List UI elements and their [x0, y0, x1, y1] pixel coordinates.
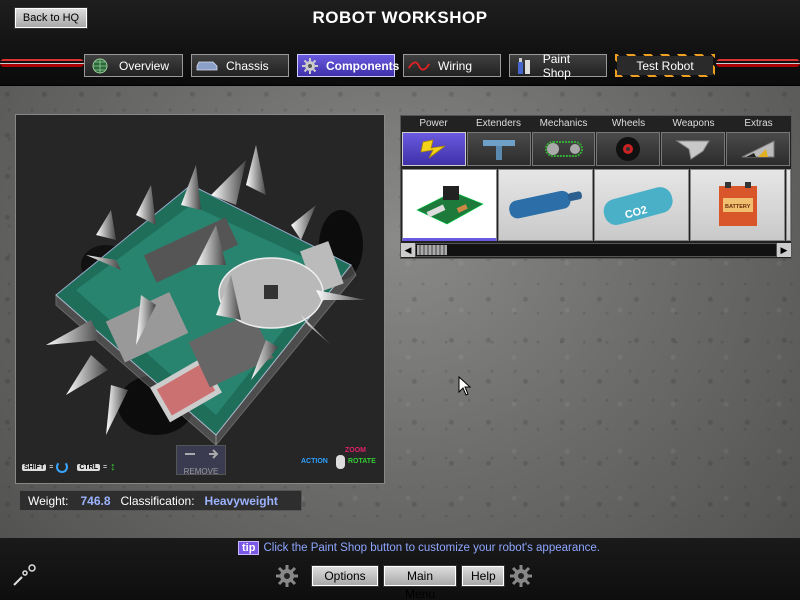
- main-menu-button[interactable]: Main Menu: [383, 565, 457, 600]
- bottom-menu: Options Main Menu Help: [276, 565, 532, 600]
- scroll-left-button[interactable]: ◀: [401, 243, 415, 257]
- tip-badge: tip: [238, 541, 260, 555]
- chassis-icon: [196, 58, 218, 74]
- category-labels: Power Extenders Mechanics Wheels Weapons…: [401, 116, 791, 131]
- chain-icon: [544, 141, 583, 157]
- tab-wiring[interactable]: Wiring: [403, 54, 501, 77]
- weight-info-bar: Weight: 746.8 Classification: Heavyweigh…: [19, 490, 302, 511]
- back-to-hq-button[interactable]: Back to HQ: [14, 7, 88, 29]
- co2-tank-image: CO2: [603, 187, 673, 225]
- category-label-extenders: Extenders: [475, 118, 522, 129]
- category-power-button[interactable]: [402, 132, 466, 166]
- category-label-power: Power: [419, 118, 448, 129]
- parts-list: CO2 BATTERY: [401, 169, 791, 241]
- part-battery-cylinder[interactable]: [498, 169, 593, 241]
- tab-test-robot[interactable]: Test Robot: [615, 54, 715, 77]
- component-picker-panel: Power Extenders Mechanics Wheels Weapons…: [400, 115, 792, 259]
- rotate-label: ROTATE: [348, 458, 376, 465]
- page-title: ROBOT WORKSHOP: [312, 8, 488, 27]
- battery-label: BATTERY: [725, 204, 751, 210]
- mouse-hints: ZOOM ACTION ROTATE: [301, 447, 381, 479]
- category-weapons-button[interactable]: [661, 132, 726, 166]
- part-co2-tank[interactable]: CO2: [594, 169, 689, 241]
- gear-icon: [302, 57, 318, 74]
- gear-icon: [510, 565, 532, 587]
- part-partial: [786, 169, 791, 241]
- key-hints: SHIFT = CTRL = ↕: [22, 461, 116, 473]
- top-bar: ROBOT WORKSHOP Back to HQ Overview Chass…: [0, 0, 800, 86]
- cable-decoration-left: [0, 59, 84, 67]
- tab-chassis[interactable]: Chassis: [191, 54, 289, 77]
- tab-paint-shop[interactable]: Paint Shop: [509, 51, 607, 80]
- weight-label: Weight:: [28, 493, 69, 508]
- zoom-label: ZOOM: [345, 447, 366, 454]
- remove-button[interactable]: REMOVE: [176, 445, 226, 476]
- scroll-right-button[interactable]: ▶: [777, 243, 791, 257]
- tab-bar: Overview Chassis Components Wiring Paint…: [84, 51, 715, 80]
- circuit-board-image: [415, 186, 484, 225]
- classification-label: Classification:: [120, 493, 195, 508]
- category-extras-button[interactable]: [726, 132, 790, 166]
- lightning-icon: [420, 139, 446, 159]
- tab-label: Wiring: [438, 58, 473, 73]
- vertical-arrows-icon: ↕: [110, 461, 116, 473]
- help-button[interactable]: Help: [461, 565, 505, 587]
- category-label-mechanics: Mechanics: [539, 118, 588, 129]
- action-label: ACTION: [301, 458, 328, 465]
- gear-icon: [276, 565, 298, 587]
- wheel-icon: [616, 137, 641, 161]
- tab-label: Paint Shop: [542, 51, 571, 80]
- scroll-thumb[interactable]: [417, 245, 447, 255]
- category-wheels-button[interactable]: [596, 132, 661, 166]
- globe-icon: [89, 58, 111, 74]
- remove-label: REMOVE: [183, 467, 219, 476]
- part-circuit-board[interactable]: [402, 169, 497, 241]
- wedge-icon: [741, 140, 775, 158]
- ctrl-key: CTRL: [77, 463, 100, 471]
- wire-icon: [408, 58, 430, 74]
- category-extenders-button[interactable]: [466, 132, 531, 166]
- blade-icon: [675, 140, 711, 160]
- paint-icon: [514, 57, 535, 74]
- category-label-weapons: Weapons: [672, 118, 715, 129]
- category-buttons: [401, 131, 791, 167]
- category-label-wheels: Wheels: [611, 118, 646, 129]
- remove-arrows-icon: [185, 449, 219, 459]
- tab-label: Components: [326, 58, 400, 73]
- tab-components[interactable]: Components: [297, 54, 399, 77]
- mouse-cursor-icon: [458, 376, 472, 396]
- tab-label: Test Robot: [636, 58, 694, 73]
- mouse-icon: [336, 455, 345, 469]
- battery-cylinder-image: [508, 190, 582, 219]
- shift-key: SHIFT: [22, 463, 47, 471]
- extender-icon: [482, 140, 515, 160]
- rotate-icon: [56, 461, 69, 473]
- wrench-logo-icon: [13, 564, 36, 586]
- options-button[interactable]: Options: [311, 565, 379, 587]
- tab-label: Chassis: [226, 58, 269, 73]
- weight-value: 746.8: [80, 493, 111, 508]
- robot-model: [46, 145, 366, 447]
- cable-decoration-right: [716, 59, 800, 67]
- classification-value: Heavyweight: [204, 493, 278, 508]
- battery-box-image: BATTERY: [718, 182, 757, 226]
- tip-text: Click the Paint Shop button to customize…: [263, 542, 600, 554]
- category-mechanics-button[interactable]: [531, 132, 596, 166]
- parts-scrollbar[interactable]: ◀ ▶: [401, 243, 791, 257]
- scroll-track[interactable]: [415, 243, 777, 257]
- part-battery-box[interactable]: BATTERY: [690, 169, 785, 241]
- tab-overview[interactable]: Overview: [84, 54, 183, 77]
- robot-3d-viewport[interactable]: REMOVE SHIFT = CTRL = ↕ ZOOM ACTION ROTA…: [15, 114, 385, 484]
- tip-bar: tip Click the Paint Shop button to custo…: [238, 541, 600, 555]
- tab-label: Overview: [119, 58, 170, 73]
- category-label-extras: Extras: [744, 118, 773, 129]
